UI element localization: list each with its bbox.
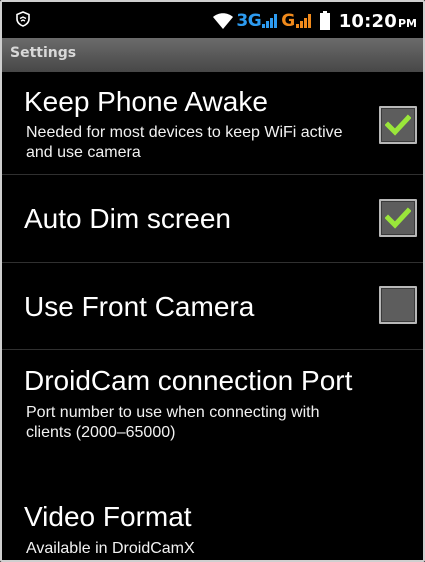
- status-icons: 3G G 10:20 PM: [212, 8, 417, 34]
- signal-strength-icon-2: [295, 14, 311, 28]
- setting-summary: Needed for most devices to keep WiFi act…: [26, 124, 343, 161]
- checkmark-icon: [385, 207, 411, 229]
- setting-keep-phone-awake[interactable]: Keep Phone Awake Needed for most devices…: [2, 72, 423, 175]
- setting-title: Use Front Camera: [24, 291, 255, 322]
- network-g-label: G: [281, 11, 295, 31]
- page-title: Settings: [10, 45, 77, 61]
- setting-summary: Port number to use when connecting with …: [26, 404, 320, 441]
- setting-title: Keep Phone Awake: [24, 86, 268, 117]
- wifi-icon: [213, 13, 234, 29]
- setting-video-format[interactable]: Video Format Available in DroidCamX: [2, 484, 423, 560]
- title-bar: Settings: [2, 38, 423, 72]
- setting-use-front-camera[interactable]: Use Front Camera: [2, 264, 423, 350]
- setting-auto-dim-screen[interactable]: Auto Dim screen: [2, 176, 423, 263]
- auto-dim-checkbox[interactable]: [379, 199, 417, 237]
- signal-strength-icon: [262, 14, 278, 28]
- setting-title: DroidCam connection Port: [24, 365, 353, 396]
- clock-time: 10:20: [338, 10, 397, 32]
- setting-title: Video Format: [24, 501, 192, 532]
- keep-awake-checkbox[interactable]: [379, 106, 417, 144]
- shield-icon: [16, 11, 30, 27]
- setting-summary: Available in DroidCamX: [26, 540, 195, 557]
- checkmark-icon: [385, 114, 411, 136]
- clock-ampm: PM: [397, 17, 417, 30]
- phone-screen: 3G G 10:20 PM Settings Keep Phone Awake …: [0, 0, 425, 562]
- status-bar: 3G G 10:20 PM: [2, 2, 423, 38]
- setting-droidcam-port[interactable]: DroidCam connection Port Port number to …: [2, 351, 423, 484]
- setting-title: Auto Dim screen: [24, 203, 231, 234]
- front-camera-checkbox[interactable]: [379, 286, 417, 324]
- network-3g-label: 3G: [236, 11, 262, 31]
- battery-icon: [319, 11, 330, 30]
